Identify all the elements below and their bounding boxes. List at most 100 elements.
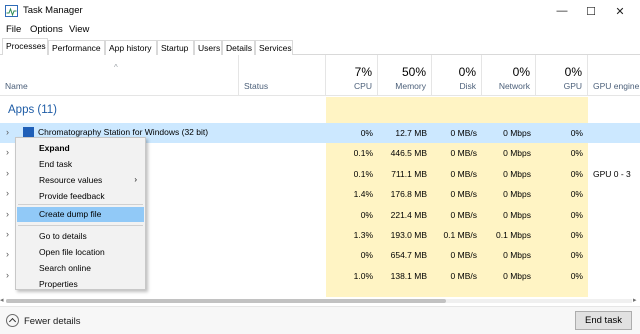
- context-menu-item[interactable]: Resource values ›: [17, 173, 144, 188]
- chevron-right-icon[interactable]: ›: [6, 127, 9, 137]
- context-menu-item[interactable]: Go to details: [17, 229, 144, 244]
- memory-value: 446.5 MB: [390, 148, 427, 159]
- cell-gpu-engine: [588, 123, 640, 143]
- footer-bar: Fewer details End task: [0, 306, 640, 334]
- disk-value: 0 MB/s: [450, 250, 477, 261]
- header-name[interactable]: ^ Name: [0, 55, 239, 95]
- header-memory[interactable]: 50% Memory: [378, 55, 432, 95]
- header-gpu-pct: 0%: [564, 65, 582, 79]
- header-network[interactable]: 0% Network: [482, 55, 536, 95]
- tab-services[interactable]: Services: [255, 40, 293, 55]
- cell-disk: 0 MB/s: [432, 184, 482, 204]
- cell-gpu-engine: GPU 0 - 3: [588, 163, 640, 184]
- scroll-thumb[interactable]: [6, 299, 446, 303]
- cell-gpu-engine: [588, 265, 640, 286]
- fewer-details-link[interactable]: Fewer details: [24, 316, 81, 327]
- cell-network: 0 Mbps: [482, 123, 536, 143]
- chevron-right-icon[interactable]: ›: [6, 229, 9, 239]
- header-cpu[interactable]: 7% CPU: [326, 55, 378, 95]
- cpu-value: 0%: [360, 209, 373, 220]
- horizontal-scrollbar[interactable]: ◂ ▸: [0, 297, 640, 306]
- header-gpu-engine[interactable]: GPU engine: [588, 55, 640, 95]
- context-menu-item[interactable]: Expand: [17, 141, 144, 156]
- chevron-right-icon[interactable]: ›: [6, 209, 9, 219]
- gpu-value: 0%: [570, 148, 583, 159]
- scroll-left-icon[interactable]: ◂: [0, 296, 4, 304]
- tab-app-history[interactable]: App history: [105, 40, 157, 55]
- cell-gpu: 0%: [536, 123, 588, 143]
- cell-disk: 0 MB/s: [432, 123, 482, 143]
- cell-gpu: 0%: [536, 164, 588, 184]
- tab-processes[interactable]: Processes: [2, 38, 48, 55]
- memory-value: 138.1 MB: [390, 270, 427, 281]
- header-cpu-pct: 7%: [354, 65, 372, 79]
- context-menu-label: Expand: [39, 143, 70, 153]
- context-menu-separator: [18, 204, 143, 205]
- cell-memory: 12.7 MB: [378, 123, 432, 143]
- minimize-button[interactable]: —: [548, 0, 576, 22]
- menu-view[interactable]: View: [69, 24, 89, 35]
- cell-cpu: 0.1%: [326, 164, 378, 184]
- chevron-right-icon[interactable]: ›: [6, 168, 9, 178]
- cell-memory: 138.1 MB: [378, 266, 432, 286]
- process-name: Chromatography Station for Windows (32 b…: [38, 127, 209, 137]
- disk-value: 0 MB/s: [450, 270, 477, 281]
- close-button[interactable]: ✕: [606, 0, 634, 22]
- cell-disk: 0 MB/s: [432, 143, 482, 163]
- context-menu-item[interactable]: Open file location: [17, 245, 144, 260]
- tab-details[interactable]: Details: [222, 40, 255, 55]
- cell-disk: 0 MB/s: [432, 164, 482, 184]
- header-network-label: Network: [498, 81, 530, 91]
- chevron-up-circle-icon[interactable]: [6, 314, 19, 327]
- menu-options[interactable]: Options: [30, 24, 63, 35]
- cpu-value: 0%: [360, 250, 373, 261]
- header-gpu[interactable]: 0% GPU: [536, 55, 588, 95]
- column-header: ^ Name Status 7% CPU 50% Memory 0% Disk …: [0, 55, 640, 96]
- cell-gpu: 0%: [536, 143, 588, 163]
- tab-strip: Processes Performance App history Startu…: [0, 38, 640, 55]
- header-name-label: Name: [5, 81, 28, 91]
- tab-performance[interactable]: Performance: [48, 40, 105, 55]
- header-status[interactable]: Status: [239, 55, 326, 95]
- gpu-value: 0%: [570, 230, 583, 240]
- memory-value: 221.4 MB: [390, 209, 427, 220]
- cell-network: 0 Mbps: [482, 164, 536, 184]
- end-task-button[interactable]: End task: [575, 311, 632, 330]
- context-menu-item[interactable]: Properties: [17, 277, 144, 292]
- chevron-right-icon[interactable]: ›: [6, 249, 9, 259]
- title-bar: Task Manager — ☐ ✕: [0, 0, 640, 22]
- task-manager-icon: [5, 5, 18, 17]
- cell-disk: 0.1 MB/s: [432, 225, 482, 245]
- cell-memory: 193.0 MB: [378, 225, 432, 245]
- context-menu-item[interactable]: Search online: [17, 261, 144, 276]
- network-value: 0 Mbps: [503, 148, 531, 159]
- header-disk[interactable]: 0% Disk: [432, 55, 482, 95]
- context-menu-item[interactable]: Create dump file: [17, 207, 144, 222]
- cell-gpu: 0%: [536, 245, 588, 265]
- header-gpu-engine-label: GPU engine: [593, 81, 640, 91]
- scroll-right-icon[interactable]: ▸: [633, 296, 637, 304]
- menu-file[interactable]: File: [6, 24, 21, 35]
- chevron-right-icon[interactable]: ›: [6, 188, 9, 198]
- context-menu-item[interactable]: End task: [17, 157, 144, 172]
- header-cpu-label: CPU: [354, 81, 372, 91]
- cell-cpu: 1.3%: [326, 225, 378, 245]
- cell-disk: 0 MB/s: [432, 266, 482, 286]
- cell-cpu: 1.0%: [326, 266, 378, 286]
- chevron-right-icon[interactable]: ›: [6, 270, 9, 280]
- context-menu: Expand End task Resource values › Provide fe…: [15, 137, 146, 290]
- tab-startup[interactable]: Startup: [157, 40, 194, 55]
- memory-value: 711.1 MB: [391, 168, 427, 179]
- disk-value: 0 MB/s: [450, 128, 477, 138]
- header-network-pct: 0%: [512, 65, 530, 79]
- context-menu-item[interactable]: Provide feedback: [17, 189, 144, 204]
- maximize-button[interactable]: ☐: [577, 0, 605, 22]
- memory-value: 654.7 MB: [390, 250, 427, 261]
- cell-disk: 0 MB/s: [432, 205, 482, 225]
- cell-gpu-engine: [588, 143, 640, 164]
- cell-gpu: 0%: [536, 225, 588, 245]
- cpu-value: 0.1%: [353, 148, 373, 159]
- tab-users[interactable]: Users: [194, 40, 222, 55]
- cell-memory: 446.5 MB: [378, 143, 432, 163]
- chevron-right-icon[interactable]: ›: [6, 147, 9, 157]
